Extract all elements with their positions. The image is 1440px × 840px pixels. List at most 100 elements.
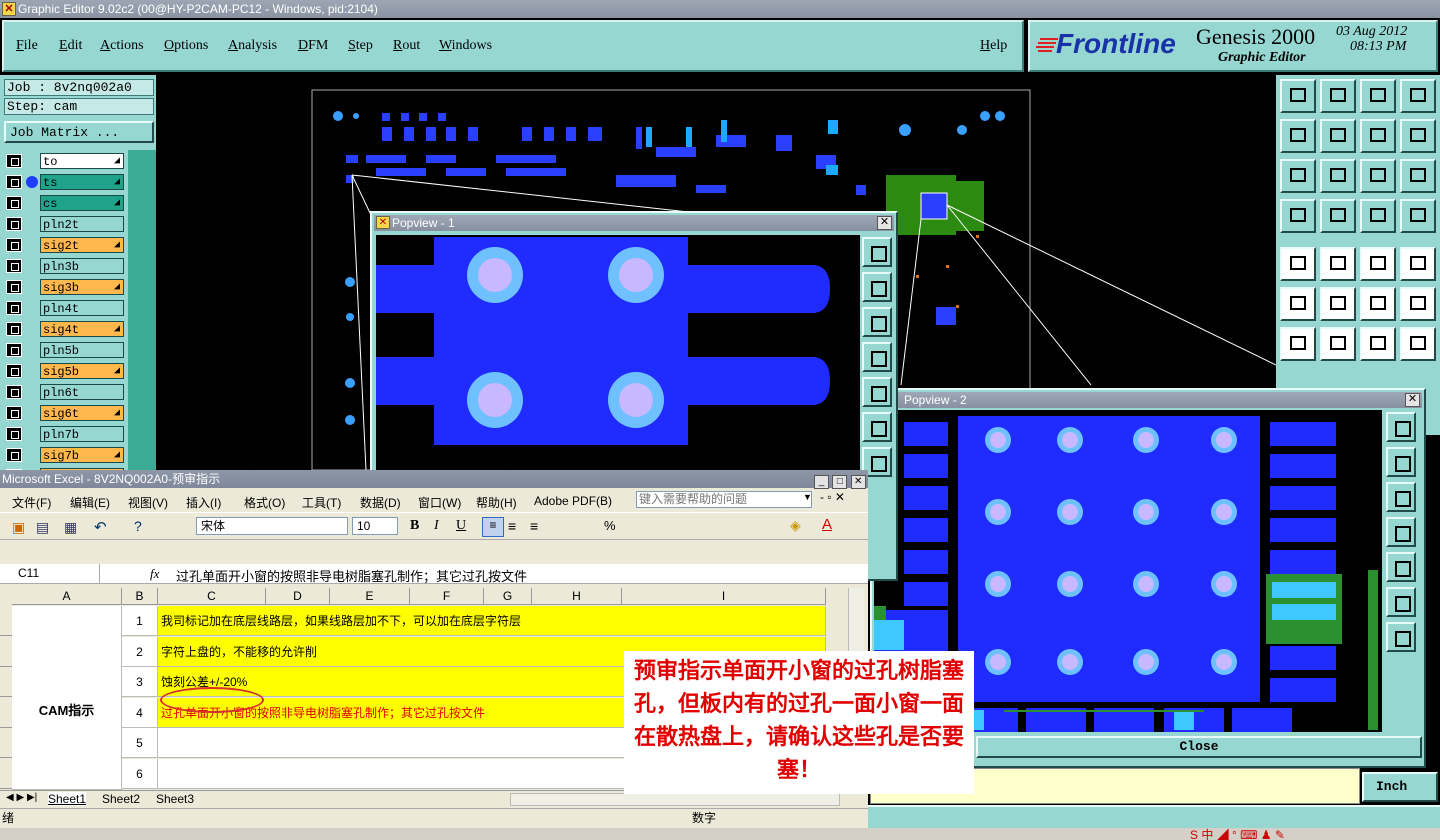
layer-row-ts[interactable]: ts ◢ <box>6 174 124 190</box>
popview-2-zoom-icon-1[interactable] <box>1386 412 1416 442</box>
menu-options[interactable]: Options <box>164 38 208 54</box>
menu-analysis[interactable]: Analysis <box>228 38 277 54</box>
row-header[interactable] <box>0 667 12 697</box>
mirror-icon[interactable] <box>1360 119 1396 153</box>
italic-button[interactable]: I <box>434 518 439 534</box>
popview-2-close-icon[interactable]: ✕ <box>1405 393 1420 407</box>
node-icon[interactable] <box>1280 287 1316 321</box>
layer-checkbox[interactable] <box>6 427 22 441</box>
font-name-select[interactable]: 宋体 <box>196 517 348 535</box>
layer-row-pln5b[interactable]: pln5b <box>6 342 124 358</box>
layer-name[interactable]: pln6t <box>40 384 124 400</box>
layer-checkbox[interactable] <box>6 196 22 210</box>
menu-file[interactable]: File <box>16 38 38 54</box>
popview-1-zoom-icon-6[interactable] <box>862 412 892 442</box>
layer-name[interactable]: sig4t ◢ <box>40 321 124 337</box>
sheet-tab[interactable]: Sheet1 <box>48 792 87 806</box>
ruler-icon[interactable] <box>1360 247 1396 281</box>
excel-window-controls[interactable]: _ □ ✕ <box>814 471 866 489</box>
excel-menu-item[interactable]: 格式(O) <box>244 494 285 511</box>
layer-row-pln2t[interactable]: pln2t <box>6 216 124 232</box>
save-icon[interactable]: ▤ <box>36 519 49 536</box>
help-icon[interactable]: ? <box>134 518 142 534</box>
layer-row-pln6t[interactable]: pln6t <box>6 384 124 400</box>
layer-checkbox[interactable] <box>6 385 22 399</box>
angle-icon[interactable] <box>1280 327 1316 361</box>
sheet-nav-arrows-icon[interactable]: ◀ ▶ ▶| <box>6 792 37 803</box>
open-folder-icon[interactable]: ▣ <box>12 519 25 536</box>
underline-button[interactable]: U <box>456 518 466 534</box>
ratio-icon[interactable] <box>1360 159 1396 193</box>
layer-name[interactable]: pln4t <box>40 300 124 316</box>
instruction-cell[interactable]: 我司标记加在底层线路层，如果线路层加不下，可以加在底层字符层 <box>158 606 826 636</box>
swap-icon[interactable] <box>1400 119 1436 153</box>
undo-icon[interactable]: ↶ <box>94 518 107 536</box>
excel-minimize-icon[interactable]: _ <box>814 475 829 489</box>
menu-windows[interactable]: Windows <box>439 38 492 54</box>
layer-row-sig3b[interactable]: sig3b ◢ <box>6 279 124 295</box>
align-center-button[interactable]: ≡ <box>508 518 516 534</box>
pan-right-icon[interactable] <box>1320 119 1356 153</box>
column-header[interactable]: F <box>410 588 484 605</box>
copy-icon[interactable] <box>1400 287 1436 321</box>
column-header[interactable]: A <box>12 588 122 605</box>
layer-checkbox[interactable] <box>6 364 22 378</box>
row-header[interactable] <box>0 728 12 758</box>
popview-2-zoom-icon-4[interactable] <box>1386 517 1416 547</box>
move-icon[interactable] <box>1360 287 1396 321</box>
popview-1-zoom-icon-1[interactable] <box>862 237 892 267</box>
layer-row-sig6t[interactable]: sig6t ◢ <box>6 405 124 421</box>
flip-icon[interactable] <box>1400 327 1436 361</box>
row-number-cell[interactable]: 5 <box>122 728 158 758</box>
house-icon[interactable] <box>1360 79 1396 113</box>
layer-checkbox[interactable] <box>6 175 22 189</box>
popview-2-close-button[interactable]: Close <box>976 736 1422 758</box>
popview-2-zoom-icon-2[interactable] <box>1386 447 1416 477</box>
layer-scroll-strip[interactable] <box>128 150 156 475</box>
excel-menu-item[interactable]: 文件(F) <box>12 494 51 511</box>
excel-menu-item[interactable]: 帮助(H) <box>476 494 517 511</box>
fit-icon[interactable] <box>1280 159 1316 193</box>
layer-toggle2-icon[interactable] <box>1400 199 1436 233</box>
row-number-cell[interactable]: 6 <box>122 758 158 789</box>
excel-menu-item[interactable]: Adobe PDF(B) <box>534 494 612 508</box>
formula-text[interactable]: 过孔单面开小窗的按照非导电树脂塞孔制作；其它过孔按文件 <box>176 566 527 585</box>
layer-toggle-icon[interactable] <box>1360 199 1396 233</box>
fill-color-icon[interactable]: ◈ <box>790 517 801 534</box>
row-number-cell[interactable]: 4 <box>122 697 158 728</box>
layer-name[interactable]: to ◢ <box>40 153 124 169</box>
column-header[interactable]: G <box>484 588 532 605</box>
align-right-button[interactable]: ≡ <box>530 518 538 534</box>
percent-button[interactable]: % <box>604 518 616 533</box>
help-dropdown-icon[interactable]: ▼ <box>803 492 812 502</box>
layer-checkbox[interactable] <box>6 154 22 168</box>
line-icon[interactable] <box>1320 327 1356 361</box>
layer-name[interactable]: sig5b ◢ <box>40 363 124 379</box>
layer-name[interactable]: sig7b ◢ <box>40 447 124 463</box>
layer-name[interactable]: sig6t ◢ <box>40 405 124 421</box>
row-number-cell[interactable]: 1 <box>122 606 158 636</box>
popview-2-zoom-icon-5[interactable] <box>1386 552 1416 582</box>
layer-name[interactable]: pln2t <box>40 216 124 232</box>
layer-name[interactable]: pln3b <box>40 258 124 274</box>
column-header[interactable]: D <box>266 588 330 605</box>
layer-name[interactable]: sig3b ◢ <box>40 279 124 295</box>
workbook-window-controls-icon[interactable]: - ▫ ✕ <box>820 490 845 504</box>
layer-row-sig4t[interactable]: sig4t ◢ <box>6 321 124 337</box>
popview-2-zoom-icon-3[interactable] <box>1386 482 1416 512</box>
cross-icon[interactable] <box>1320 287 1356 321</box>
menu-rout[interactable]: Rout <box>393 38 420 54</box>
layer-row-sig5b[interactable]: sig5b ◢ <box>6 363 124 379</box>
excel-menu-item[interactable]: 视图(V) <box>128 494 168 511</box>
excel-menu-item[interactable]: 编辑(E) <box>70 494 110 511</box>
layer-row-sig2t[interactable]: sig2t ◢ <box>6 237 124 253</box>
row-header[interactable] <box>0 758 12 789</box>
layer-checkbox[interactable] <box>6 343 22 357</box>
menu-step[interactable]: Step <box>348 38 373 54</box>
layer-checkbox[interactable] <box>6 406 22 420</box>
row-header[interactable] <box>0 636 12 667</box>
popview-1-close-icon[interactable]: ✕ <box>877 216 892 230</box>
row-header[interactable] <box>0 606 12 636</box>
excel-menu-item[interactable]: 数据(D) <box>360 494 401 511</box>
column-header[interactable]: E <box>330 588 410 605</box>
